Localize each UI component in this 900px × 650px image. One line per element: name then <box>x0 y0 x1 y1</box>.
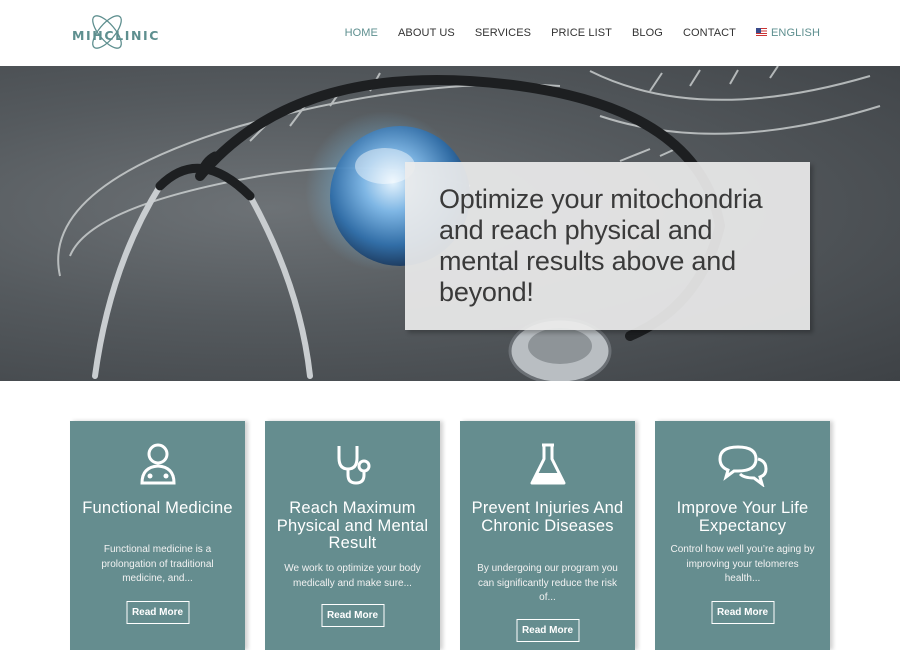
doctor-icon <box>70 443 245 487</box>
card-functional-medicine: Functional Medicine Functional medicine … <box>70 421 245 650</box>
chat-bubbles-icon <box>655 443 830 487</box>
card-title: Reach Maximum Physical and Mental Result <box>276 499 429 552</box>
read-more-button[interactable]: Read More <box>321 604 384 627</box>
card-life-expectancy: Improve Your Life Expectancy Control how… <box>655 421 830 650</box>
nav-about-us[interactable]: ABOUT US <box>398 27 455 39</box>
logo-text: MIHCLINIC <box>72 28 161 43</box>
card-prevent-injuries: Prevent Injuries And Chronic Diseases By… <box>460 421 635 650</box>
card-text: Control how well you’re aging by improvi… <box>670 544 815 584</box>
flask-icon <box>460 443 635 487</box>
card-text: By undergoing our program you can signif… <box>477 563 618 603</box>
card-title: Prevent Injuries And Chronic Diseases <box>471 499 624 535</box>
read-more-button[interactable]: Read More <box>126 601 189 624</box>
stethoscope-icon <box>265 443 440 487</box>
hero-banner: Optimize your mitochondria and reach phy… <box>0 66 900 381</box>
hero-title: Optimize your mitochondria and reach phy… <box>439 184 763 307</box>
card-title: Functional Medicine <box>82 499 233 517</box>
feature-cards: Functional Medicine Functional medicine … <box>70 421 840 650</box>
nav-home[interactable]: HOME <box>345 27 378 39</box>
card-text: We work to optimize your body medically … <box>284 563 421 589</box>
nav-price-list[interactable]: PRICE LIST <box>551 27 612 39</box>
language-switcher[interactable]: ENGLISH <box>756 27 820 39</box>
card-title: Improve Your Life Expectancy <box>676 499 809 535</box>
hero-headline-box: Optimize your mitochondria and reach phy… <box>405 162 810 330</box>
us-flag-icon <box>756 28 767 36</box>
card-text: Functional medicine is a prolongation of… <box>101 544 214 584</box>
card-reach-maximum: Reach Maximum Physical and Mental Result… <box>265 421 440 650</box>
site-header: MIHCLINIC HOME ABOUT US SERVICES PRICE L… <box>0 0 900 66</box>
read-more-button[interactable]: Read More <box>516 619 579 642</box>
nav-contact[interactable]: CONTACT <box>683 27 736 39</box>
language-label: ENGLISH <box>771 27 820 39</box>
logo[interactable]: MIHCLINIC <box>72 10 158 56</box>
nav-blog[interactable]: BLOG <box>632 27 663 39</box>
read-more-button[interactable]: Read More <box>711 601 774 624</box>
main-nav: HOME ABOUT US SERVICES PRICE LIST BLOG C… <box>325 27 820 39</box>
nav-services[interactable]: SERVICES <box>475 27 531 39</box>
